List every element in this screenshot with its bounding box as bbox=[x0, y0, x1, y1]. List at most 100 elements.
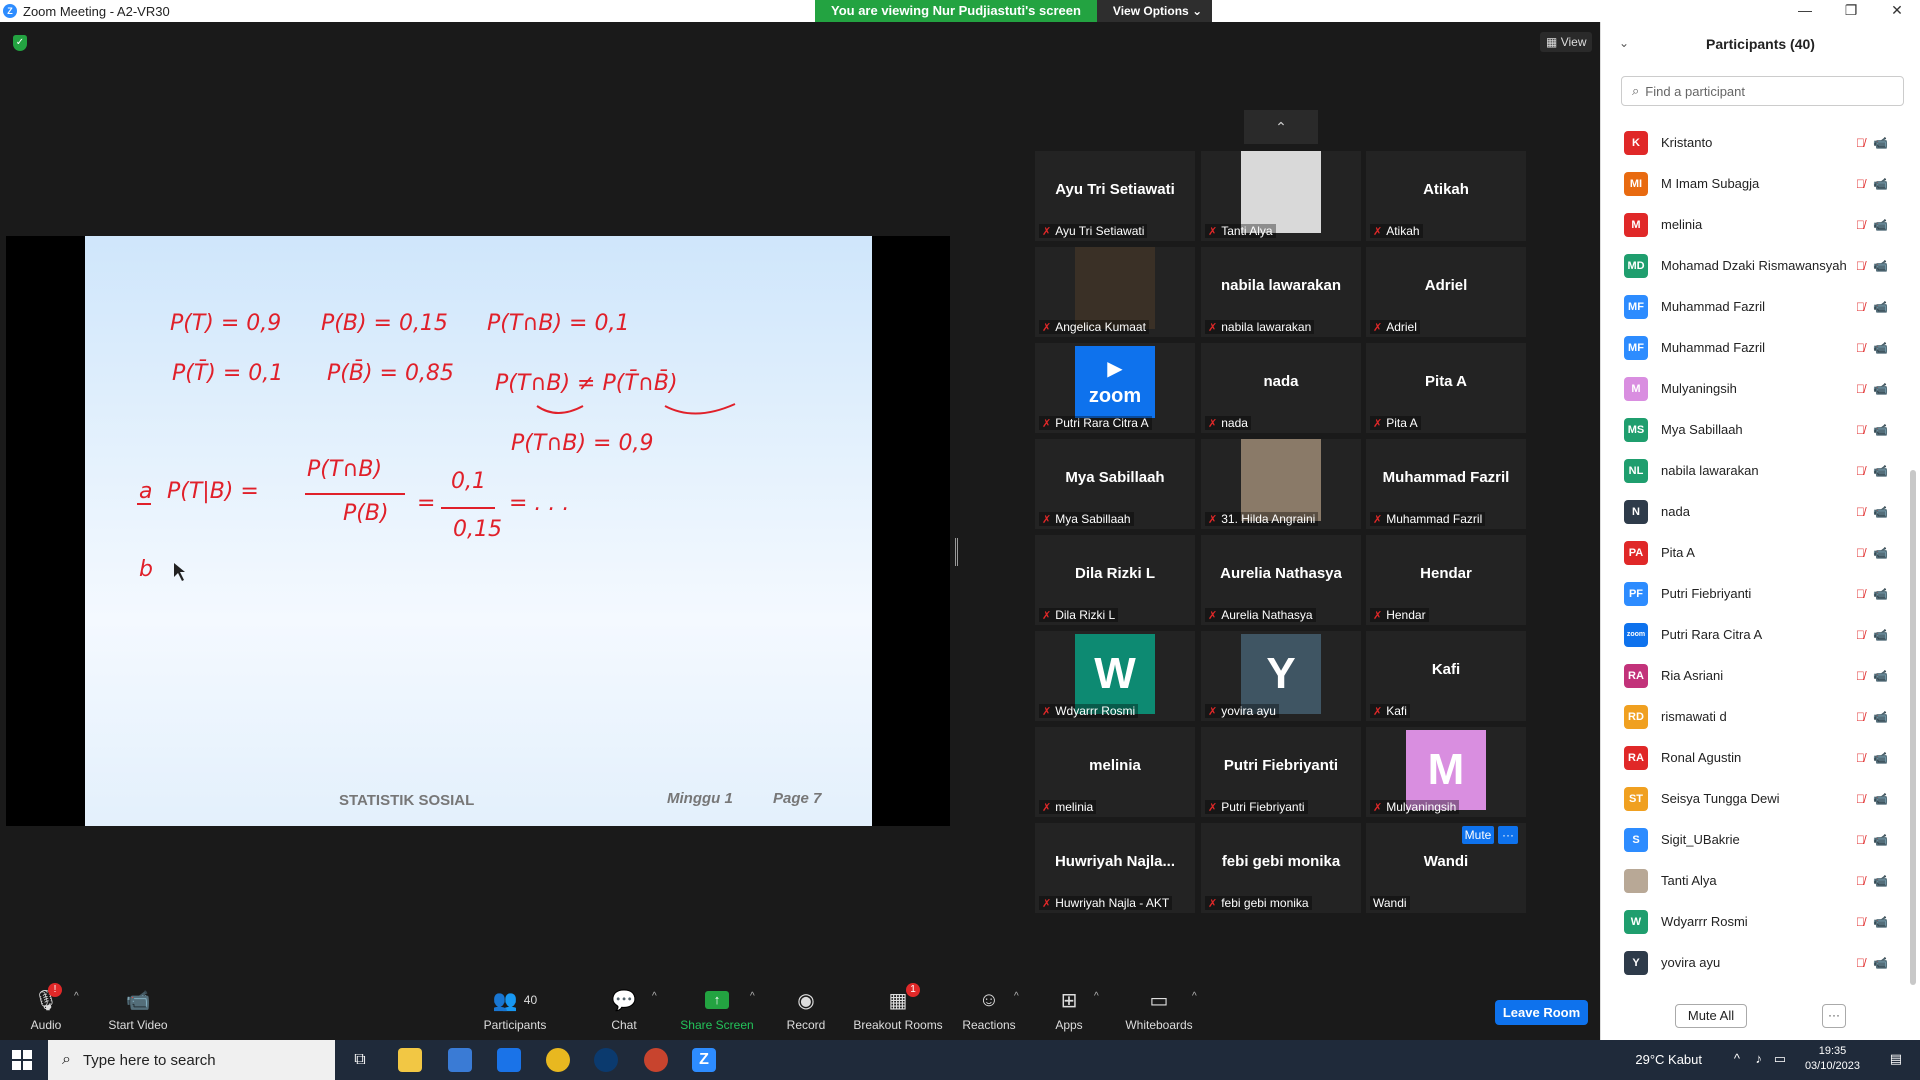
participant-video-tile[interactable]: febi gebi monika ✗ febi gebi monika bbox=[1201, 823, 1361, 913]
participant-video-tile[interactable]: Muhammad Fazril ✗ Muhammad Fazril bbox=[1366, 439, 1526, 529]
participant-video-tile[interactable]: melinia ✗ melinia bbox=[1035, 727, 1195, 817]
view-options-button[interactable]: View Options ⌄ bbox=[1096, 0, 1213, 22]
video-off-icon[interactable]: 📹 bbox=[1873, 136, 1888, 150]
video-off-icon[interactable]: 📹 bbox=[1873, 587, 1888, 601]
video-off-icon[interactable]: 📹 bbox=[1873, 710, 1888, 724]
weather-widget[interactable]: 29°C Kabut bbox=[1635, 1052, 1702, 1067]
muted-mic-icon[interactable]: 🎙̸ bbox=[1856, 505, 1865, 519]
participant-video-tile[interactable]: Y ✗ yovira ayu bbox=[1201, 631, 1361, 721]
close-button[interactable]: ✕ bbox=[1874, 0, 1920, 22]
store-icon[interactable] bbox=[448, 1048, 472, 1072]
whiteboards-options-caret[interactable]: ^ bbox=[1192, 991, 1197, 1002]
participant-row[interactable]: RA Ria Asriani 🎙̸ 📹 bbox=[1601, 655, 1911, 696]
muted-mic-icon[interactable]: 🎙̸ bbox=[1856, 341, 1865, 355]
windows-start-icon[interactable] bbox=[12, 1050, 32, 1070]
participant-video-tile[interactable]: Dila Rizki L ✗ Dila Rizki L bbox=[1035, 535, 1195, 625]
participant-video-tile[interactable]: ✗ 31. Hilda Angraini bbox=[1201, 439, 1361, 529]
participant-video-tile[interactable]: W ✗ Wdyarrr Rosmi bbox=[1035, 631, 1195, 721]
muted-mic-icon[interactable]: 🎙̸ bbox=[1856, 751, 1865, 765]
video-off-icon[interactable]: 📹 bbox=[1873, 341, 1888, 355]
video-off-icon[interactable]: 📹 bbox=[1873, 751, 1888, 765]
participant-row[interactable]: PF Putri Fiebriyanti 🎙̸ 📹 bbox=[1601, 573, 1911, 614]
tile-more-button[interactable]: ··· bbox=[1498, 826, 1518, 844]
mute-all-button[interactable]: Mute All bbox=[1675, 1004, 1747, 1028]
participant-row[interactable]: NL nabila lawarakan 🎙̸ 📹 bbox=[1601, 450, 1911, 491]
split-divider-handle[interactable] bbox=[955, 538, 958, 566]
participant-row[interactable]: MF Muhammad Fazril 🎙̸ 📹 bbox=[1601, 286, 1911, 327]
security-shield-icon[interactable]: ✓ bbox=[13, 35, 27, 51]
view-button[interactable]: ▦ View bbox=[1540, 32, 1593, 52]
muted-mic-icon[interactable]: 🎙̸ bbox=[1856, 956, 1865, 970]
participant-row[interactable]: Yyovira ayu 🎙̸ 📹 bbox=[1601, 942, 1911, 983]
mail-icon[interactable] bbox=[497, 1048, 521, 1072]
participant-row[interactable]: MI M Imam Subagja 🎙̸ 📹 bbox=[1601, 163, 1911, 204]
participant-video-tile[interactable]: ✗ Angelica Kumaat bbox=[1035, 247, 1195, 337]
whiteboards-button[interactable]: ▭ Whiteboards bbox=[1124, 977, 1194, 1040]
muted-mic-icon[interactable]: 🎙̸ bbox=[1856, 792, 1865, 806]
chrome-profile-icon[interactable] bbox=[644, 1048, 668, 1072]
participant-video-tile[interactable]: nada ✗ nada bbox=[1201, 343, 1361, 433]
reactions-options-caret[interactable]: ^ bbox=[1014, 991, 1019, 1002]
participant-row[interactable]: RA Ronal Agustin 🎙̸ 📹 bbox=[1601, 737, 1911, 778]
participant-video-tile[interactable]: nabila lawarakan ✗ nabila lawarakan bbox=[1201, 247, 1361, 337]
participant-row[interactable]: MS Mya Sabillaah 🎙̸ 📹 bbox=[1601, 409, 1911, 450]
muted-mic-icon[interactable]: 🎙̸ bbox=[1856, 382, 1865, 396]
muted-mic-icon[interactable]: 🎙̸ bbox=[1856, 464, 1865, 478]
start-video-button[interactable]: 📹 Start Video bbox=[104, 977, 172, 1040]
participant-row[interactable]: W Wdyarrr Rosmi 🎙̸ 📹 bbox=[1601, 901, 1911, 942]
participant-video-tile[interactable]: Huwriyah Najla... ✗ Huwriyah Najla - AKT bbox=[1035, 823, 1195, 913]
participant-video-tile[interactable]: M ✗ Mulyaningsih bbox=[1366, 727, 1526, 817]
participant-video-tile[interactable]: Aurelia Nathasya ✗ Aurelia Nathasya bbox=[1201, 535, 1361, 625]
muted-mic-icon[interactable]: 🎙̸ bbox=[1856, 669, 1865, 683]
participant-row[interactable]: zoom Putri Rara Citra A 🎙̸ 📹 bbox=[1601, 614, 1911, 655]
muted-mic-icon[interactable]: 🎙̸ bbox=[1856, 915, 1865, 929]
video-off-icon[interactable]: 📹 bbox=[1873, 669, 1888, 683]
video-off-icon[interactable]: 📹 bbox=[1873, 874, 1888, 888]
video-off-icon[interactable]: 📹 bbox=[1873, 177, 1888, 191]
zoom-taskbar-icon[interactable]: Z bbox=[692, 1048, 716, 1072]
video-off-icon[interactable]: 📹 bbox=[1873, 505, 1888, 519]
muted-mic-icon[interactable]: 🎙̸ bbox=[1856, 874, 1865, 888]
speaker-icon[interactable]: ♪ bbox=[1756, 1051, 1763, 1066]
chat-options-caret[interactable]: ^ bbox=[652, 991, 657, 1002]
audio-options-caret[interactable]: ^ bbox=[74, 991, 79, 1002]
participant-row[interactable]: MD Mohamad Dzaki Rismawansyah 🎙̸ 📹 bbox=[1601, 245, 1911, 286]
reactions-button[interactable]: ☺ Reactions bbox=[962, 977, 1016, 1040]
participant-video-tile[interactable]: Mya Sabillaah ✗ Mya Sabillaah bbox=[1035, 439, 1195, 529]
participant-row[interactable]: M Mulyaningsih 🎙̸ 📹 bbox=[1601, 368, 1911, 409]
apps-button[interactable]: ⊞ Apps bbox=[1052, 977, 1086, 1040]
taskbar-search-input[interactable]: ⌕ Type here to search bbox=[48, 1040, 335, 1080]
video-off-icon[interactable]: 📹 bbox=[1873, 382, 1888, 396]
video-off-icon[interactable]: 📹 bbox=[1873, 628, 1888, 642]
participant-video-tile[interactable]: Kafi ✗ Kafi bbox=[1366, 631, 1526, 721]
participant-row[interactable]: Mmelinia 🎙̸ 📹 bbox=[1601, 204, 1911, 245]
muted-mic-icon[interactable]: 🎙̸ bbox=[1856, 300, 1865, 314]
video-off-icon[interactable]: 📹 bbox=[1873, 259, 1888, 273]
video-off-icon[interactable]: 📹 bbox=[1873, 792, 1888, 806]
video-off-icon[interactable]: 📹 bbox=[1873, 300, 1888, 314]
participant-video-tile[interactable]: Hendar ✗ Hendar bbox=[1366, 535, 1526, 625]
participant-row[interactable]: Nnada 🎙̸ 📹 bbox=[1601, 491, 1911, 532]
video-off-icon[interactable]: 📹 bbox=[1873, 915, 1888, 929]
muted-mic-icon[interactable]: 🎙̸ bbox=[1856, 136, 1865, 150]
system-clock[interactable]: 19:35 03/10/2023 bbox=[1805, 1044, 1860, 1074]
participant-video-tile[interactable]: ✗ Tanti Alya bbox=[1201, 151, 1361, 241]
muted-mic-icon[interactable]: 🎙̸ bbox=[1856, 587, 1865, 601]
participant-video-tile[interactable]: Pita A ✗ Pita A bbox=[1366, 343, 1526, 433]
participant-video-tile[interactable]: Adriel ✗ Adriel bbox=[1366, 247, 1526, 337]
file-explorer-icon[interactable] bbox=[398, 1048, 422, 1072]
apps-options-caret[interactable]: ^ bbox=[1094, 991, 1099, 1002]
leave-room-button[interactable]: Leave Room bbox=[1495, 1000, 1588, 1025]
participant-row[interactable]: K Kristanto 🎙̸ 📹 bbox=[1601, 122, 1911, 163]
share-screen-button[interactable]: ↑ Share Screen bbox=[680, 977, 754, 1040]
muted-mic-icon[interactable]: 🎙̸ bbox=[1856, 218, 1865, 232]
tile-mute-button[interactable]: Mute bbox=[1462, 826, 1494, 844]
participant-search-input[interactable]: ⌕ Find a participant bbox=[1621, 76, 1904, 106]
participant-row[interactable]: MF Muhammad Fazril 🎙̸ 📹 bbox=[1601, 327, 1911, 368]
record-button[interactable]: ◉ Record bbox=[782, 977, 830, 1040]
breakout-rooms-button[interactable]: ▦ 1 Breakout Rooms bbox=[852, 977, 944, 1040]
video-off-icon[interactable]: 📹 bbox=[1873, 833, 1888, 847]
participant-row[interactable]: S Sigit_UBakrie 🎙̸ 📹 bbox=[1601, 819, 1911, 860]
video-off-icon[interactable]: 📹 bbox=[1873, 218, 1888, 232]
minimize-button[interactable]: — bbox=[1782, 0, 1828, 22]
